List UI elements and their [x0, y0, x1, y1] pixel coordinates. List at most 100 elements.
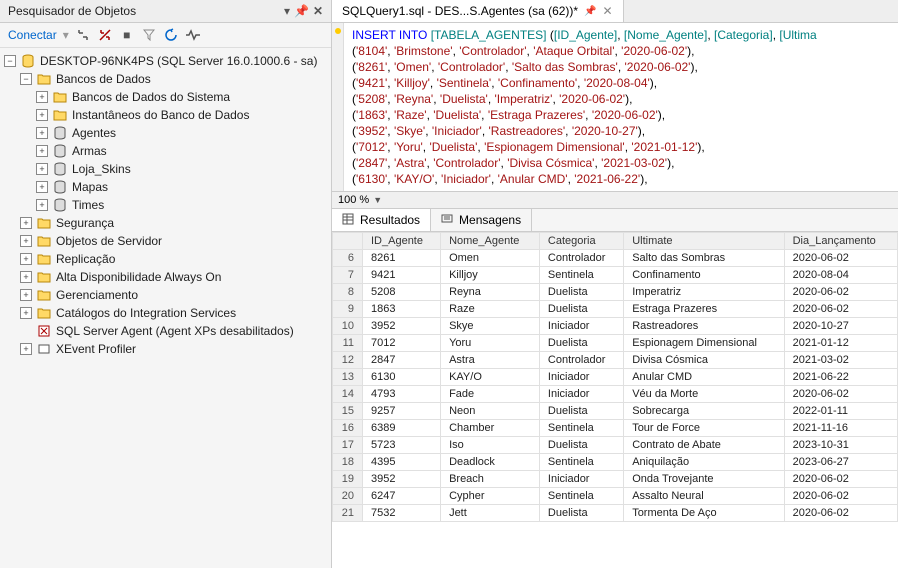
table-cell[interactable]: 13	[333, 369, 363, 386]
table-cell[interactable]: Reyna	[441, 284, 540, 301]
table-cell[interactable]: 19	[333, 471, 363, 488]
table-cell[interactable]: 2020-06-02	[784, 488, 897, 505]
table-cell[interactable]: Duelista	[539, 437, 623, 454]
table-cell[interactable]: Killjoy	[441, 267, 540, 284]
table-cell[interactable]: 6389	[363, 420, 441, 437]
table-cell[interactable]: Tour de Force	[624, 420, 784, 437]
table-cell[interactable]: Salto das Sombras	[624, 250, 784, 267]
table-cell[interactable]: 7	[333, 267, 363, 284]
table-cell[interactable]: Iniciador	[539, 471, 623, 488]
editor-line[interactable]: ('1863', 'Raze', 'Duelista', 'Estraga Pr…	[332, 107, 898, 123]
table-cell[interactable]: 12	[333, 352, 363, 369]
table-cell[interactable]: 11	[333, 335, 363, 352]
table-cell[interactable]: 2020-06-02	[784, 301, 897, 318]
tree-item[interactable]: SQL Server Agent (Agent XPs desabilitado…	[4, 322, 327, 340]
editor-line[interactable]: ('8104', 'Brimstone', 'Controlador', 'At…	[332, 43, 898, 59]
table-cell[interactable]: 2020-06-02	[784, 505, 897, 522]
table-cell[interactable]: Jett	[441, 505, 540, 522]
activity-icon[interactable]	[185, 27, 201, 43]
table-cell[interactable]: 7532	[363, 505, 441, 522]
table-cell[interactable]: 2847	[363, 352, 441, 369]
table-cell[interactable]: 8	[333, 284, 363, 301]
column-header[interactable]: Nome_Agente	[441, 233, 540, 250]
table-cell[interactable]: 2023-10-31	[784, 437, 897, 454]
table-cell[interactable]: Iso	[441, 437, 540, 454]
table-cell[interactable]: KAY/O	[441, 369, 540, 386]
table-cell[interactable]: Duelista	[539, 335, 623, 352]
pin-icon[interactable]: 📌	[584, 6, 596, 17]
dropdown-icon[interactable]: ▾	[284, 4, 290, 18]
table-row[interactable]: 117012YoruDuelistaEspionagem Dimensional…	[333, 335, 898, 352]
table-cell[interactable]: Aniquilação	[624, 454, 784, 471]
messages-tab[interactable]: Mensagens	[431, 209, 532, 231]
table-cell[interactable]: 2020-06-02	[784, 471, 897, 488]
server-node[interactable]: − DESKTOP-96NK4PS (SQL Server 16.0.1000.…	[4, 52, 327, 70]
expander-icon[interactable]: +	[36, 163, 48, 175]
expander-icon[interactable]: +	[20, 289, 32, 301]
table-row[interactable]: 85208ReynaDuelistaImperatriz2020-06-02	[333, 284, 898, 301]
table-cell[interactable]: Imperatriz	[624, 284, 784, 301]
expander-icon[interactable]: +	[36, 109, 48, 121]
connect-icon[interactable]	[75, 27, 91, 43]
table-cell[interactable]: Confinamento	[624, 267, 784, 284]
tree-item[interactable]: +Loja_Skins	[4, 160, 327, 178]
table-cell[interactable]: Cypher	[441, 488, 540, 505]
table-row[interactable]: 103952SkyeIniciadorRastreadores2020-10-2…	[333, 318, 898, 335]
table-cell[interactable]: 2021-01-12	[784, 335, 897, 352]
filter-icon[interactable]	[141, 27, 157, 43]
table-cell[interactable]: Sobrecarga	[624, 403, 784, 420]
table-cell[interactable]: 6	[333, 250, 363, 267]
tree-item[interactable]: +Times	[4, 196, 327, 214]
results-grid[interactable]: ID_AgenteNome_AgenteCategoriaUltimateDia…	[332, 232, 898, 522]
table-cell[interactable]: 8261	[363, 250, 441, 267]
table-cell[interactable]: 2020-10-27	[784, 318, 897, 335]
table-cell[interactable]: 5723	[363, 437, 441, 454]
editor-line[interactable]: ('5208', 'Reyna', 'Duelista', 'Imperatri…	[332, 91, 898, 107]
expander-icon[interactable]: +	[20, 343, 32, 355]
table-cell[interactable]: Iniciador	[539, 369, 623, 386]
expander-icon[interactable]: +	[36, 181, 48, 193]
tree-item[interactable]: +Bancos de Dados do Sistema	[4, 88, 327, 106]
tree-item[interactable]: +Catálogos do Integration Services	[4, 304, 327, 322]
table-cell[interactable]: Duelista	[539, 403, 623, 420]
table-cell[interactable]: Duelista	[539, 301, 623, 318]
expander-icon[interactable]: +	[20, 235, 32, 247]
table-cell[interactable]: Sentinela	[539, 267, 623, 284]
close-icon[interactable]: ✕	[313, 4, 323, 18]
table-cell[interactable]: 9	[333, 301, 363, 318]
results-tab[interactable]: Resultados	[332, 209, 431, 231]
column-header[interactable]: Dia_Lançamento	[784, 233, 897, 250]
tree-item[interactable]: +Replicação	[4, 250, 327, 268]
table-cell[interactable]: 3952	[363, 318, 441, 335]
expander-icon[interactable]: −	[20, 73, 32, 85]
expander-icon[interactable]: +	[20, 271, 32, 283]
expander-icon[interactable]: +	[36, 91, 48, 103]
table-cell[interactable]: Anular CMD	[624, 369, 784, 386]
table-cell[interactable]: 2023-06-27	[784, 454, 897, 471]
table-cell[interactable]: 21	[333, 505, 363, 522]
editor-line[interactable]: ('3952', 'Skye', 'Iniciador', 'Rastreado…	[332, 123, 898, 139]
connect-link[interactable]: Conectar	[8, 28, 57, 42]
editor-line[interactable]: ('7012', 'Yoru', 'Duelista', 'Espionagem…	[332, 139, 898, 155]
refresh-icon[interactable]	[163, 27, 179, 43]
object-tree[interactable]: − DESKTOP-96NK4PS (SQL Server 16.0.1000.…	[0, 48, 331, 568]
expander-icon[interactable]: +	[36, 199, 48, 211]
table-cell[interactable]: Sentinela	[539, 488, 623, 505]
table-row[interactable]: 144793FadeIniciadorVéu da Morte2020-06-0…	[333, 386, 898, 403]
table-cell[interactable]: 6130	[363, 369, 441, 386]
table-row[interactable]: 91863RazeDuelistaEstraga Prazeres2020-06…	[333, 301, 898, 318]
editor-line[interactable]: ('2847', 'Astra', 'Controlador', 'Divisa…	[332, 155, 898, 171]
editor-line[interactable]: ('9421', 'Killjoy', 'Sentinela', 'Confin…	[332, 75, 898, 91]
expander-icon[interactable]: +	[20, 307, 32, 319]
table-cell[interactable]: 2020-06-02	[784, 284, 897, 301]
table-cell[interactable]: Iniciador	[539, 318, 623, 335]
tree-item[interactable]: +Alta Disponibilidade Always On	[4, 268, 327, 286]
table-cell[interactable]: 17	[333, 437, 363, 454]
table-cell[interactable]: 2021-06-22	[784, 369, 897, 386]
table-cell[interactable]: 2022-01-11	[784, 403, 897, 420]
table-cell[interactable]: Contrato de Abate	[624, 437, 784, 454]
column-header[interactable]	[333, 233, 363, 250]
table-cell[interactable]: Estraga Prazeres	[624, 301, 784, 318]
table-row[interactable]: 159257NeonDuelistaSobrecarga2022-01-11	[333, 403, 898, 420]
tree-item[interactable]: +Objetos de Servidor	[4, 232, 327, 250]
